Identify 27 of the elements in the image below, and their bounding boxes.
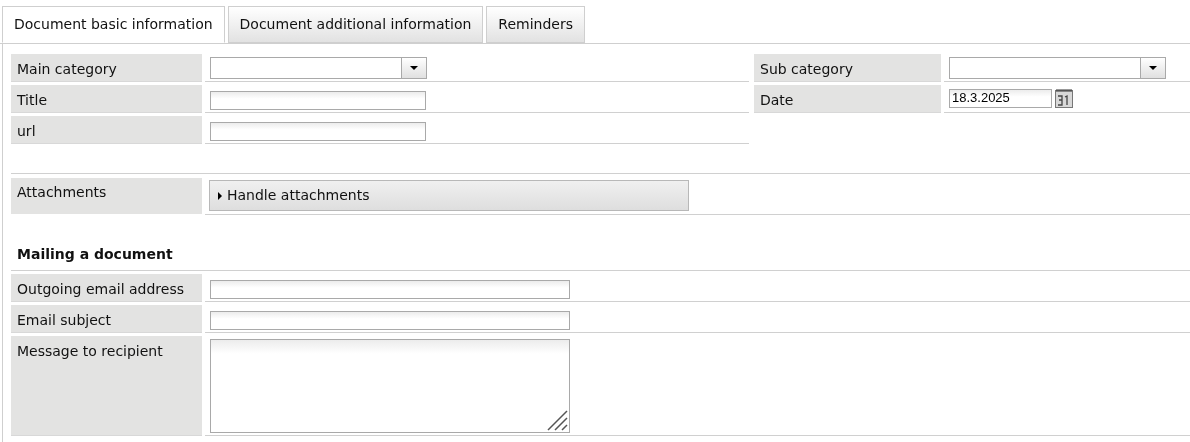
text-field[interactable]: [210, 311, 570, 331]
section-heading: Mailing a document: [17, 245, 174, 264]
field-label: Sub category: [754, 54, 941, 82]
caret-icon: [1149, 66, 1157, 70]
tab[interactable]: Reminders: [486, 6, 585, 43]
field-label: Main category: [11, 54, 202, 82]
field-label: Title: [11, 85, 202, 113]
expand-button[interactable]: Handle attachments: [209, 180, 689, 211]
tab[interactable]: Document additional information: [227, 6, 484, 43]
triangle-right-icon: [218, 191, 222, 200]
field-label: Date: [754, 85, 941, 113]
dropdown-field[interactable]: [210, 57, 427, 79]
text-field[interactable]: [210, 91, 426, 111]
dropdown-field[interactable]: [949, 57, 1166, 79]
field-label: Message to recipient: [11, 336, 202, 436]
date-field[interactable]: 18.3.2025: [949, 88, 1052, 108]
calendar-icon[interactable]: [1055, 88, 1073, 108]
tab[interactable]: Document basic information: [2, 6, 225, 43]
message-field[interactable]: [210, 339, 570, 433]
caret-icon: [410, 66, 418, 70]
resize-handle-icon[interactable]: [546, 409, 568, 431]
field-label: url: [11, 116, 202, 144]
text-field[interactable]: [210, 280, 570, 300]
field-label: Attachments: [11, 178, 202, 214]
field-label: Email subject: [11, 305, 202, 333]
text-field[interactable]: [210, 122, 426, 142]
field-label: Outgoing email address: [11, 274, 202, 302]
